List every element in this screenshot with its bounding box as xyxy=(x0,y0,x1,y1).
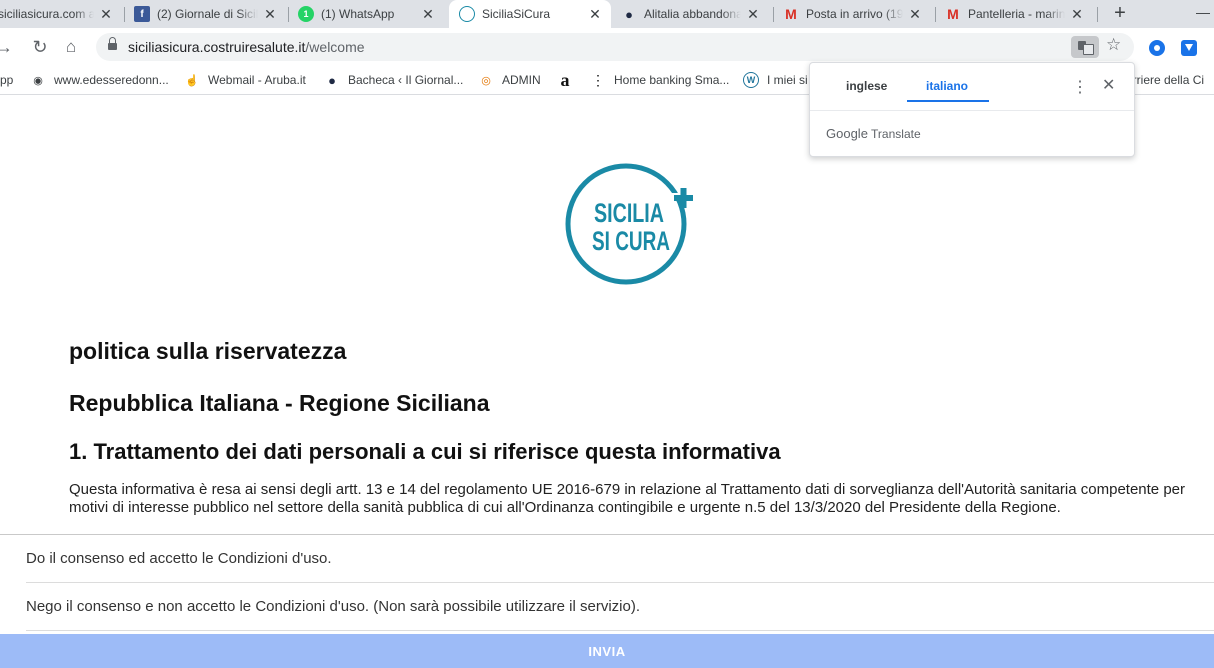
option-divider xyxy=(26,582,1214,583)
bookmark-apps[interactable]: pp xyxy=(0,71,13,89)
tab-separator xyxy=(1097,7,1098,22)
download-extension-icon[interactable] xyxy=(1181,40,1197,56)
reload-icon[interactable]: ↻ xyxy=(28,35,52,59)
url-path: /welcome xyxy=(305,39,365,55)
tab-siciliasicura-com[interactable]: siciliasicura.com ap ✕ xyxy=(0,0,120,28)
tab-siciliasicura-active[interactable]: SiciliaSiCura ✕ xyxy=(449,0,611,28)
tab-title: siciliasicura.com ap xyxy=(0,7,94,21)
google-wordmark: Google xyxy=(826,126,868,141)
tab-pantelleria[interactable]: M Pantelleria - marin ✕ xyxy=(945,0,1091,28)
popup-divider xyxy=(810,110,1134,111)
tab-posta-in-arrivo[interactable]: M Posta in arrivo (19 ✕ xyxy=(783,0,929,28)
aruba-icon: ☝ xyxy=(185,74,199,87)
browser-toolbar: → ↻ ⌂ siciliasicura.costruiresalute.it/w… xyxy=(0,28,1214,80)
bookmark-label: pp xyxy=(0,73,14,87)
tab-close-icon[interactable]: ✕ xyxy=(907,6,923,23)
tab-separator xyxy=(124,7,125,22)
tab-separator xyxy=(935,7,936,22)
extension-icon[interactable] xyxy=(1149,40,1165,56)
section-heading: 1. Trattamento dei dati personali a cui … xyxy=(69,439,781,464)
amazon-icon: a xyxy=(560,69,570,90)
consent-accept-option[interactable]: Do il consenso ed accetto le Condizioni … xyxy=(26,550,332,567)
url-host: siciliasicura.costruiresalute.it xyxy=(128,39,306,55)
tab-close-icon[interactable]: ✕ xyxy=(420,6,436,23)
tab-giornale-di-sicilia[interactable]: f (2) Giornale di Sicil ✕ xyxy=(134,0,284,28)
translate-icon[interactable] xyxy=(1071,36,1099,58)
tab-title: Pantelleria - marin xyxy=(968,7,1065,21)
siciliasicura-logo: SICILIA SI CURA xyxy=(565,163,693,285)
tab-title: (1) WhatsApp xyxy=(321,7,395,21)
tab-title: Alitalia abbandona xyxy=(644,7,741,21)
bookmark-label: Home banking Sma... xyxy=(614,73,730,87)
translate-wordmark: Translate xyxy=(871,127,921,141)
translate-source-tab[interactable]: inglese xyxy=(846,79,887,93)
globe-icon: ◉ xyxy=(33,74,43,87)
tab-close-icon[interactable]: ✕ xyxy=(587,6,603,23)
submit-button[interactable]: INVIA xyxy=(0,634,1214,668)
gmail-icon: M xyxy=(785,6,797,22)
tab-title: Posta in arrivo (19 xyxy=(806,7,903,21)
lock-icon xyxy=(108,37,117,52)
bookmark-edesseredonna[interactable]: ◉ www.edesseredonn... xyxy=(30,71,169,89)
translate-target-tab[interactable]: italiano xyxy=(926,79,968,93)
tab-separator xyxy=(773,7,774,22)
bookmark-label: I miei si xyxy=(767,73,808,87)
section-paragraph: Questa informativa è resa ai sensi degli… xyxy=(69,481,1185,516)
wordpress-icon: W xyxy=(743,72,759,88)
bookmark-corriere[interactable]: orriere della Ci xyxy=(1126,71,1204,89)
bookmark-webmail-aruba[interactable]: ☝ Webmail - Aruba.it xyxy=(184,71,306,89)
bacheca-icon: ● xyxy=(625,6,633,22)
whatsapp-icon: 1 xyxy=(298,6,314,22)
bookmark-label: Webmail - Aruba.it xyxy=(208,73,306,87)
tab-alitalia[interactable]: ● Alitalia abbandona ✕ xyxy=(621,0,767,28)
bacheca-icon: ● xyxy=(328,72,336,88)
tab-separator xyxy=(288,7,289,22)
tab-close-icon[interactable]: ✕ xyxy=(745,6,761,23)
tab-close-icon[interactable]: ✕ xyxy=(1069,6,1085,23)
forward-arrow-icon[interactable]: → xyxy=(0,35,16,59)
url-text[interactable]: siciliasicura.costruiresalute.it/welcome xyxy=(128,39,365,55)
bookmark-label: www.edesseredonn... xyxy=(54,73,169,87)
bookmark-star-icon[interactable]: ☆ xyxy=(1106,35,1121,55)
bookmark-label: Bacheca ‹ Il Giornal... xyxy=(348,73,464,87)
bookmark-i-miei-siti[interactable]: W I miei si xyxy=(743,71,808,89)
bookmark-admin[interactable]: ◎ ADMIN xyxy=(478,71,541,89)
close-icon[interactable]: ✕ xyxy=(1102,75,1115,95)
tab-title: (2) Giornale di Sicil xyxy=(157,7,258,21)
bookmark-home-banking[interactable]: ⋮ Home banking Sma... xyxy=(590,71,729,89)
gmail-icon: M xyxy=(947,6,959,22)
bookmark-label: ADMIN xyxy=(502,73,541,87)
bank-icon: ⋮ xyxy=(591,71,605,88)
option-divider xyxy=(26,630,1214,631)
logo-line-1: SICILIA xyxy=(594,198,664,228)
tab-strip: siciliasicura.com ap ✕ f (2) Giornale di… xyxy=(0,0,1214,28)
home-icon[interactable]: ⌂ xyxy=(59,35,83,59)
address-bar[interactable]: siciliasicura.costruiresalute.it/welcome… xyxy=(96,33,1134,61)
bookmark-label: orriere della Ci xyxy=(1126,73,1205,87)
new-tab-button[interactable]: + xyxy=(1108,2,1132,26)
page-title: politica sulla riservatezza xyxy=(69,338,347,364)
page-content: SICILIA SI CURA politica sulla riservate… xyxy=(0,95,1214,668)
google-translate-brand: Google Translate xyxy=(826,126,921,141)
browser-window: siciliasicura.com ap ✕ f (2) Giornale di… xyxy=(0,0,1214,668)
tab-close-icon[interactable]: ✕ xyxy=(262,6,278,23)
bookmark-amazon[interactable]: a xyxy=(557,69,581,90)
tab-title: SiciliaSiCura xyxy=(482,7,551,21)
bookmark-bacheca[interactable]: ● Bacheca ‹ Il Giornal... xyxy=(324,71,463,89)
tab-close-icon[interactable]: ✕ xyxy=(98,6,114,23)
facebook-icon: f xyxy=(134,6,150,22)
translate-popup: inglese italiano ⋮ ✕ Google Translate xyxy=(809,62,1135,157)
page-subtitle: Repubblica Italiana - Regione Siciliana xyxy=(69,390,490,416)
minimize-icon[interactable]: — xyxy=(1196,4,1210,20)
consent-deny-option[interactable]: Nego il consenso e non accetto le Condiz… xyxy=(26,598,640,615)
tab-whatsapp[interactable]: 1 (1) WhatsApp ✕ xyxy=(298,0,442,28)
eye-icon: ◎ xyxy=(481,74,491,87)
siciliasicura-icon xyxy=(459,6,475,22)
active-tab-indicator xyxy=(907,100,989,102)
more-options-icon[interactable]: ⋮ xyxy=(1072,77,1088,97)
logo-line-2: SI CURA xyxy=(592,226,670,256)
